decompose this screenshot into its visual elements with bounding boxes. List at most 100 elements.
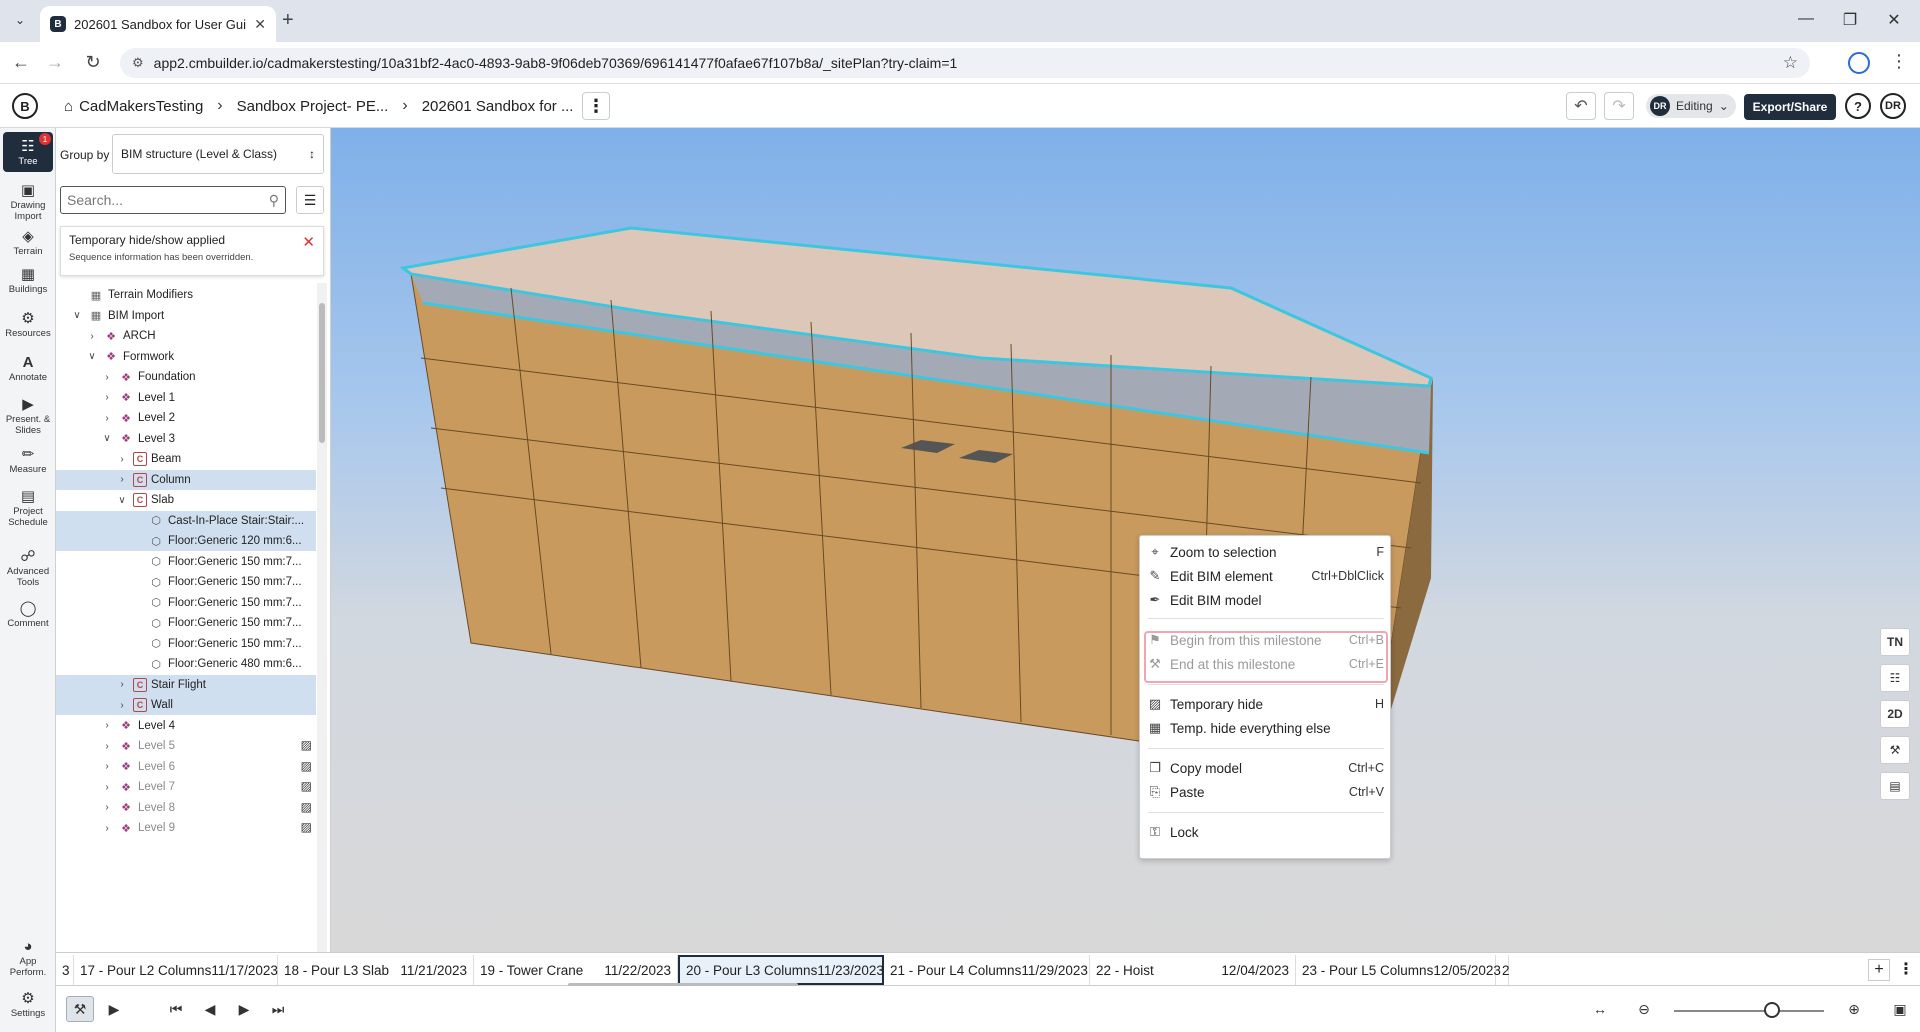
context-menu-item[interactable]: ⎘ Paste Ctrl+V [1140,780,1392,804]
step-back-icon[interactable]: ◀ [196,996,224,1022]
layers-icon[interactable]: ☷ [1880,664,1910,692]
tree-item[interactable]: › ❖ Level 9 ▨ [56,818,316,838]
fullscreen-icon[interactable]: ▣ [1886,996,1914,1022]
add-milestone-button[interactable]: + [1868,959,1890,981]
buildings-button[interactable]: ▦ Buildings [3,266,53,295]
advanced-tools-button[interactable]: ☍ Advanced Tools [3,548,53,588]
tree-item[interactable]: › C Stair Flight [56,674,316,695]
app-performance-button[interactable]: ◕ App Perform. [3,938,53,978]
milestone-item[interactable]: 23 - Pour L5 Columns 12/05/2023 [1296,955,1501,985]
hidden-icon[interactable]: ▨ [301,820,312,834]
project-schedule-button[interactable]: ▤ Project Schedule [3,488,53,528]
close-tab-icon[interactable]: ✕ [254,16,266,33]
url-bar[interactable]: ⚙ app2.cmbuilder.io/cadmakerstesting/10a… [120,48,1810,78]
context-menu-item[interactable]: ✒ Edit BIM model [1140,588,1392,612]
chevron-right-icon[interactable]: › [100,372,114,383]
chevron-right-icon[interactable]: › [100,413,114,424]
milestone-item[interactable]: 20 - Pour L3 Columns 11/23/2023 [678,955,884,985]
tree-item[interactable]: › ❖ ARCH [56,326,316,346]
milestone-item[interactable]: 17 - Pour L2 Columns 11/17/2023 [74,955,278,985]
chevron-right-icon[interactable]: › [85,331,99,342]
site-info-icon[interactable]: ⚙ [132,55,144,71]
settings-button[interactable]: ⚙ Settings [3,990,53,1019]
tree-item[interactable]: › C Column [56,469,316,490]
view-2d-button[interactable]: 2D [1880,700,1910,728]
chevron-down-icon[interactable]: ∨ [115,495,129,506]
url-text[interactable]: app2.cmbuilder.io/cadmakerstesting/10a31… [154,55,1773,71]
bookmark-star-icon[interactable]: ☆ [1783,53,1798,73]
tree-item[interactable]: ▦ Terrain Modifiers [56,285,316,305]
tree-item[interactable]: › C Beam [56,449,316,469]
3d-viewport[interactable]: TN ☷ 2D ⚒ ▤ [331,128,1920,952]
chevron-right-icon[interactable]: › [100,823,114,834]
chevron-right-icon[interactable]: › [115,474,129,485]
tree-item[interactable]: › ❖ Level 2 [56,408,316,428]
tree-item[interactable]: ∨ C Slab [56,490,316,510]
resources-button[interactable]: ⚙ Resources [3,310,53,339]
minimize-icon[interactable]: — [1796,10,1816,28]
chevron-right-icon[interactable]: › [100,782,114,793]
chevron-right-icon[interactable]: › [100,761,114,772]
annotate-button[interactable]: A Annotate [3,354,53,383]
tree-item[interactable]: › ❖ Level 7 ▨ [56,777,316,797]
tree-item[interactable]: › ❖ Level 5 ▨ [56,736,316,756]
tree-item[interactable]: › C Wall [56,695,316,715]
back-icon[interactable]: ← [10,52,32,73]
hidden-icon[interactable]: ▨ [301,800,312,814]
restore-icon[interactable]: ❐ [1840,10,1860,30]
context-menu-item[interactable]: ⚒ End at this milestone Ctrl+E [1140,652,1392,676]
tree-item[interactable]: ⬡ Floor:Generic 120 mm:6... [56,531,316,551]
tree-tool-button[interactable]: ☷ Tree 1 [3,132,53,172]
breadcrumb-org[interactable]: ⌂ CadMakersTesting [64,98,203,115]
tree-scroll-thumb[interactable] [319,303,325,443]
tree-item[interactable]: ⬡ Floor:Generic 150 mm:7... [56,572,316,592]
help-icon[interactable]: ? [1845,93,1871,119]
comment-button[interactable]: ◯ Comment [3,600,53,629]
terrain-button[interactable]: ◈ Terrain [3,228,53,257]
context-menu-item[interactable]: ▦ Temp. hide everything else [1140,716,1392,740]
editing-mode-dropdown[interactable]: DR Editing ⌄ [1646,94,1736,118]
chevron-down-icon[interactable]: ∨ [70,310,84,321]
skip-forward-icon[interactable]: ⏭ [264,996,292,1022]
browser-tab[interactable]: B 202601 Sandbox for User Guide ✕ [40,6,276,42]
zoom-slider[interactable] [1674,1010,1824,1012]
tree-item[interactable]: ⬡ Floor:Generic 150 mm:7... [56,552,316,572]
north-indicator-button[interactable]: TN [1880,628,1910,656]
chevron-right-icon[interactable]: › [115,454,129,465]
breadcrumb-project[interactable]: Sandbox Project- PE... [237,98,389,115]
zoom-in-icon[interactable]: ⊕ [1840,996,1868,1022]
timeline-more-icon[interactable]: ⋮ [1898,959,1914,979]
context-menu-item[interactable]: ✎ Edit BIM element Ctrl+DblClick [1140,564,1392,588]
tree-item[interactable]: › ❖ Level 6 ▨ [56,757,316,777]
tree-search-input[interactable]: Search... ⚲ [60,186,286,214]
reload-icon[interactable]: ↻ [82,52,104,73]
chevron-right-icon[interactable]: › [115,700,129,711]
view-3d-icon[interactable]: ⚒ [66,996,94,1022]
fit-width-icon[interactable]: ↔ [1586,996,1614,1022]
tree-item[interactable]: ⬡ Cast-In-Place Stair:Stair:... [56,510,316,531]
hidden-icon[interactable]: ▨ [301,759,312,773]
export-share-button[interactable]: Export/Share [1744,94,1836,120]
tree-item[interactable]: › ❖ Foundation [56,367,316,387]
play-icon[interactable]: ▶ [230,996,258,1022]
legend-icon[interactable]: ▤ [1880,772,1910,800]
tree-item[interactable]: › ❖ Level 8 ▨ [56,798,316,818]
zoom-out-icon[interactable]: ⊖ [1630,996,1658,1022]
measure-button[interactable]: ✏ Measure [3,446,53,475]
chevron-right-icon[interactable]: › [100,392,114,403]
drawing-import-button[interactable]: ▣ Drawing Import [3,182,53,222]
tree-item[interactable]: ⬡ Floor:Generic 150 mm:7... [56,613,316,633]
user-avatar[interactable]: DR [1880,93,1906,119]
tree-item[interactable]: ⬡ Floor:Generic 150 mm:7... [56,593,316,613]
more-options-button[interactable]: ⋮ [582,92,610,120]
undo-icon[interactable]: ↶ [1566,92,1596,120]
slides-view-icon[interactable]: ▶ [100,996,128,1022]
context-menu-item[interactable]: ⌖ Zoom to selection F [1140,540,1392,564]
forward-icon[interactable]: → [44,52,66,73]
building-model[interactable] [331,128,1920,952]
tree-item[interactable]: ⬡ Floor:Generic 480 mm:6... [56,654,316,674]
chevron-down-icon[interactable]: ∨ [100,433,114,444]
tree-scrollbar[interactable] [317,283,327,952]
chevron-right-icon[interactable]: › [100,741,114,752]
context-menu-item[interactable]: ⚿ Lock [1140,820,1392,844]
